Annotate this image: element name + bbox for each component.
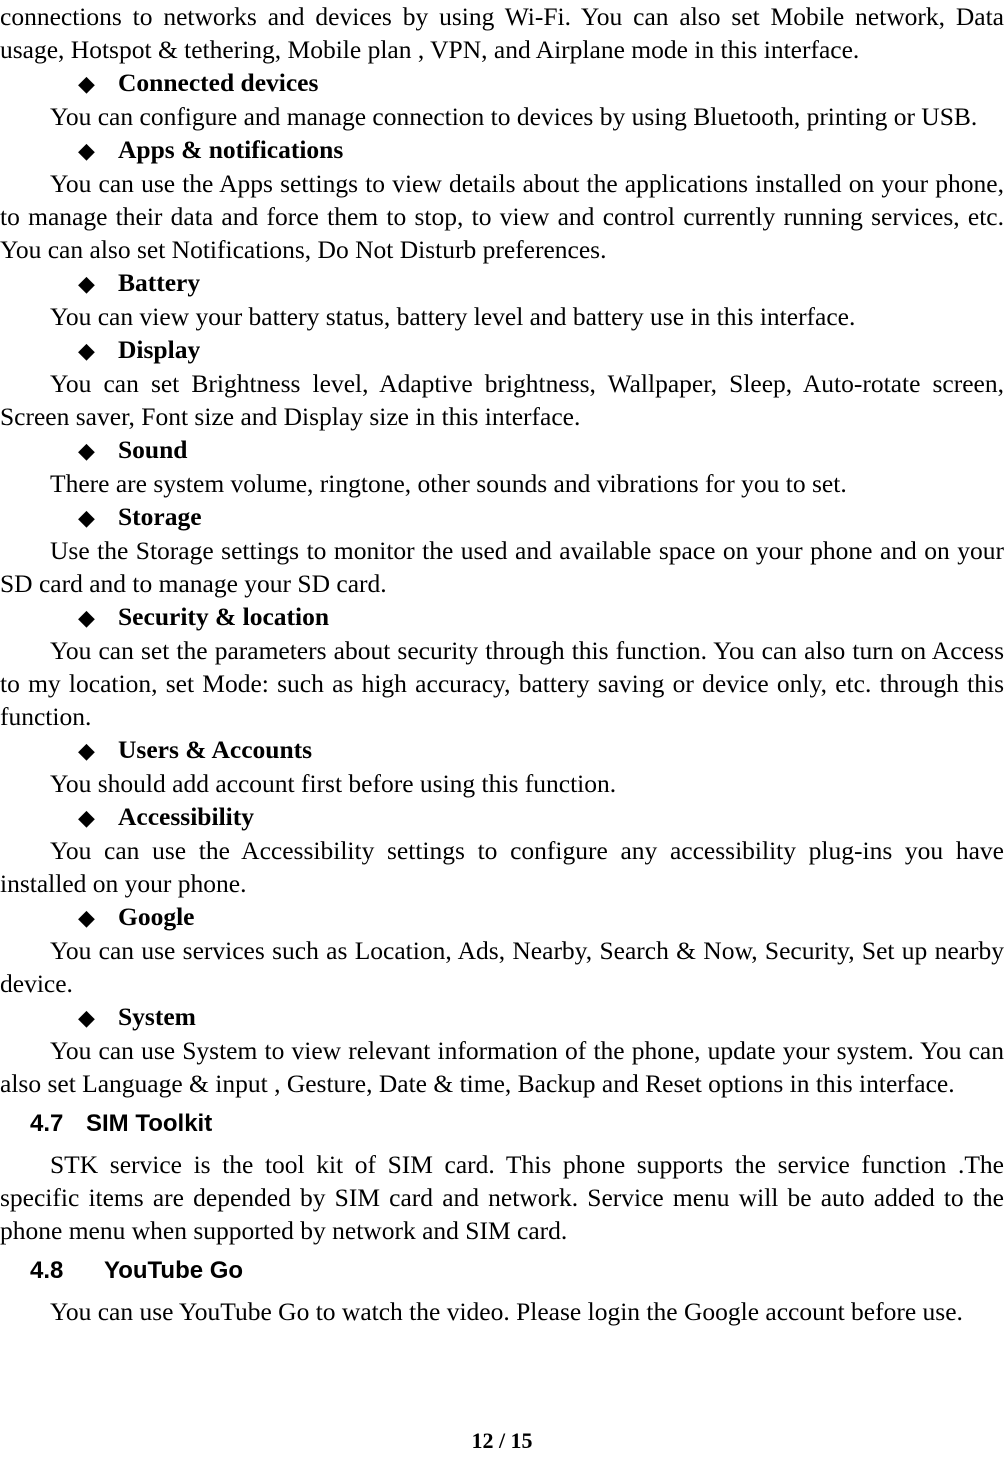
subheading-label: Accessibility bbox=[118, 802, 254, 831]
security-location-paragraph: You can set the parameters about securit… bbox=[0, 636, 1004, 731]
document-page: connections to networks and devices by u… bbox=[0, 0, 1004, 1466]
diamond-bullet-icon: ◆ bbox=[78, 438, 95, 463]
diamond-bullet-icon: ◆ bbox=[78, 71, 95, 96]
subheading-label: Sound bbox=[118, 435, 188, 464]
subheading-label: Security & location bbox=[118, 602, 330, 631]
page-content: connections to networks and devices by u… bbox=[0, 0, 1004, 1328]
diamond-bullet-icon: ◆ bbox=[78, 605, 95, 630]
accessibility-paragraph: You can use the Accessibility settings t… bbox=[0, 836, 1004, 898]
section-number: 4.7 bbox=[30, 1110, 64, 1137]
subheading-apps-notifications: ◆ Apps & notifications bbox=[0, 133, 1004, 167]
subheading-label: Users & Accounts bbox=[118, 735, 313, 764]
section-title: SIM Toolkit bbox=[86, 1110, 213, 1137]
subheading-accessibility: ◆ Accessibility bbox=[0, 800, 1004, 834]
section-heading-sim-toolkit: 4.7 SIM Toolkit bbox=[0, 1105, 1004, 1143]
sound-paragraph: There are system volume, ringtone, other… bbox=[50, 469, 847, 498]
section-heading-youtube-go: 4.8 YouTube Go bbox=[0, 1252, 1004, 1290]
subheading-label: System bbox=[118, 1002, 196, 1031]
diamond-bullet-icon: ◆ bbox=[78, 1005, 95, 1030]
google-paragraph: You can use services such as Location, A… bbox=[0, 936, 1004, 998]
system-paragraph: You can use System to view relevant info… bbox=[0, 1036, 1004, 1098]
subheading-label: Storage bbox=[118, 502, 202, 531]
connected-devices-paragraph: You can configure and manage connection … bbox=[50, 102, 978, 131]
subheading-label: Apps & notifications bbox=[118, 135, 344, 164]
diamond-bullet-icon: ◆ bbox=[78, 138, 95, 163]
storage-paragraph: Use the Storage settings to monitor the … bbox=[0, 536, 1004, 598]
subheading-sound: ◆ Sound bbox=[0, 433, 1004, 467]
section-title: YouTube Go bbox=[104, 1257, 244, 1284]
subheading-users-accounts: ◆ Users & Accounts bbox=[0, 733, 1004, 767]
display-paragraph: You can set Brightness level, Adaptive b… bbox=[0, 369, 1004, 431]
sim-toolkit-paragraph: STK service is the tool kit of SIM card.… bbox=[0, 1150, 1004, 1245]
diamond-bullet-icon: ◆ bbox=[78, 805, 95, 830]
diamond-bullet-icon: ◆ bbox=[78, 338, 95, 363]
subheading-google: ◆ Google bbox=[0, 900, 1004, 934]
subheading-label: Display bbox=[118, 335, 201, 364]
subheading-system: ◆ System bbox=[0, 1000, 1004, 1034]
diamond-bullet-icon: ◆ bbox=[78, 905, 95, 930]
subheading-label: Google bbox=[118, 902, 195, 931]
subheading-display: ◆ Display bbox=[0, 333, 1004, 367]
page-number-footer: 12 / 15 bbox=[471, 1428, 533, 1453]
subheading-storage: ◆ Storage bbox=[0, 500, 1004, 534]
subheading-label: Connected devices bbox=[118, 68, 319, 97]
diamond-bullet-icon: ◆ bbox=[78, 505, 95, 530]
diamond-bullet-icon: ◆ bbox=[78, 738, 95, 763]
subheading-label: Battery bbox=[118, 268, 201, 297]
users-accounts-paragraph: You should add account first before usin… bbox=[50, 769, 617, 798]
battery-paragraph: You can view your battery status, batter… bbox=[50, 302, 856, 331]
subheading-security-location: ◆ Security & location bbox=[0, 600, 1004, 634]
apps-notifications-paragraph: You can use the Apps settings to view de… bbox=[0, 169, 1004, 264]
subheading-connected-devices: ◆ Connected devices bbox=[0, 66, 1004, 100]
intro-paragraph: connections to networks and devices by u… bbox=[0, 2, 1004, 64]
diamond-bullet-icon: ◆ bbox=[78, 271, 95, 296]
section-number: 4.8 bbox=[30, 1257, 64, 1284]
subheading-battery: ◆ Battery bbox=[0, 266, 1004, 300]
youtube-go-paragraph: You can use YouTube Go to watch the vide… bbox=[50, 1297, 963, 1326]
